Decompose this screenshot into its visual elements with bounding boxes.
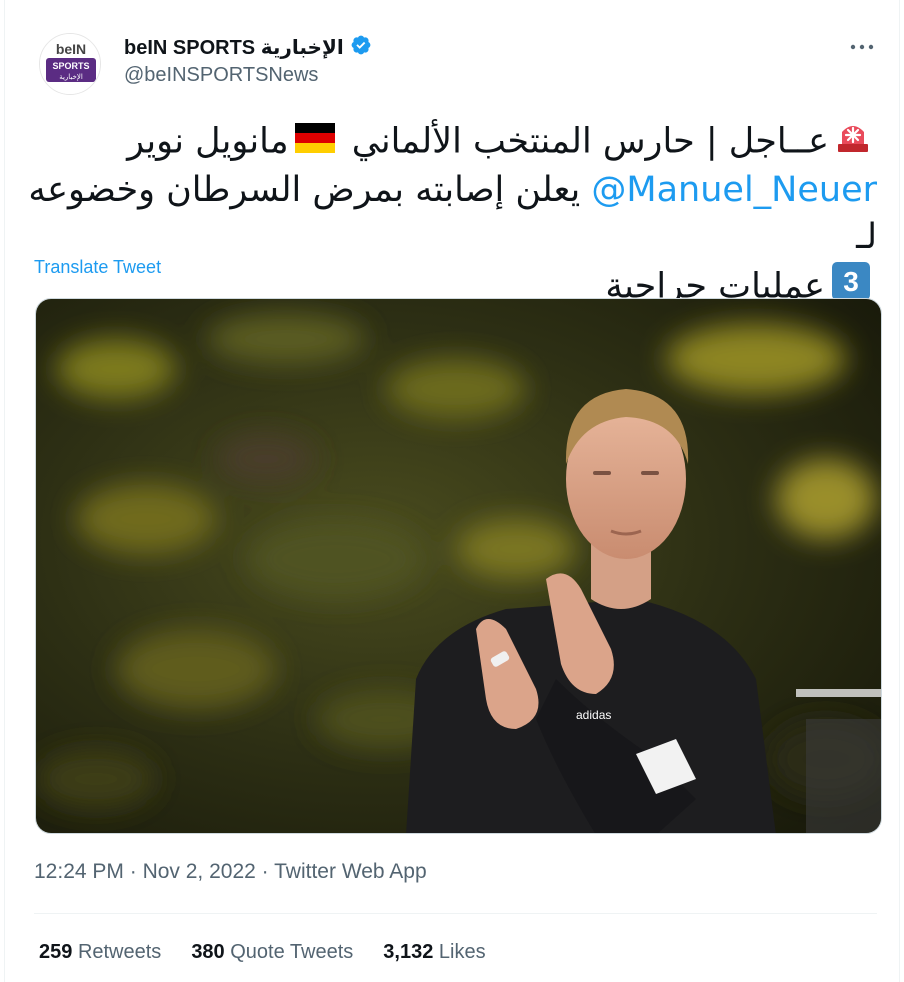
more-options-button[interactable] — [847, 34, 877, 60]
tweet-line-1-end: مانويل نوير — [127, 121, 289, 162]
tweet-date[interactable]: Nov 2, 2022 — [143, 860, 256, 883]
likes-label: Likes — [438, 941, 486, 963]
likes-count: 3,132 — [383, 941, 434, 963]
tweet-text: عــاجل | حارس المنتخب الألماني مانويل نو… — [27, 118, 877, 314]
tweet-line-1: عــاجل | حارس المنتخب الألماني مانويل نو… — [27, 118, 877, 167]
svg-text:SPORTS: SPORTS — [52, 61, 89, 71]
mention-link[interactable]: @Manuel_Neuer — [591, 170, 877, 210]
tweet-stats: 259 Retweets 380 Quote Tweets 3,132 Like… — [39, 941, 486, 964]
quote-tweets-stat[interactable]: 380 Quote Tweets — [191, 941, 353, 964]
svg-text:adidas: adidas — [576, 708, 611, 722]
meta-separator: · — [129, 860, 137, 883]
retweets-label: Retweets — [77, 941, 162, 963]
account-name-row[interactable]: beIN SPORTS الإخبارية — [124, 34, 372, 60]
likes-stat[interactable]: 3,132 Likes — [383, 941, 485, 964]
account-handle[interactable]: @beINSPORTSNews — [124, 64, 318, 87]
translate-tweet-link[interactable]: Translate Tweet — [34, 257, 161, 278]
retweets-count: 259 — [39, 941, 73, 963]
tweet-media-photo[interactable]: adidas — [35, 298, 882, 834]
tweet-card: beIN SPORTS الإخبارية beIN SPORTS الإخبا… — [4, 0, 900, 982]
quote-tweets-count: 380 — [191, 941, 225, 963]
verified-badge-icon — [350, 34, 372, 61]
tweet-source[interactable]: Twitter Web App — [274, 860, 427, 883]
germany-flag-icon — [294, 119, 335, 166]
avatar[interactable]: beIN SPORTS الإخبارية — [39, 33, 101, 95]
tweet-time[interactable]: 12:24 PM — [34, 860, 124, 883]
account-name[interactable]: beIN SPORTS الإخبارية — [124, 35, 344, 60]
goalkeeper-photo: adidas — [36, 299, 881, 833]
tweet-meta: 12:24 PM · Nov 2, 2022 · Twitter Web App — [34, 860, 427, 884]
divider — [34, 913, 877, 914]
quote-tweets-label: Quote Tweets — [230, 941, 354, 963]
tweet-line-2: @Manuel_Neuer يعلن إصابته بمرض السرطان و… — [27, 167, 877, 261]
svg-text:beIN: beIN — [56, 41, 86, 57]
keycap-number: 3 — [843, 266, 859, 297]
svg-text:الإخبارية: الإخبارية — [59, 73, 83, 81]
retweets-stat[interactable]: 259 Retweets — [39, 941, 161, 964]
meta-separator: · — [261, 860, 269, 883]
tweet-line-1-text: عــاجل | حارس المنتخب الألماني — [351, 121, 829, 162]
rotating-light-icon — [835, 118, 871, 167]
more-dots-icon — [850, 44, 874, 50]
bein-sports-logo: beIN SPORTS الإخبارية — [40, 34, 100, 94]
